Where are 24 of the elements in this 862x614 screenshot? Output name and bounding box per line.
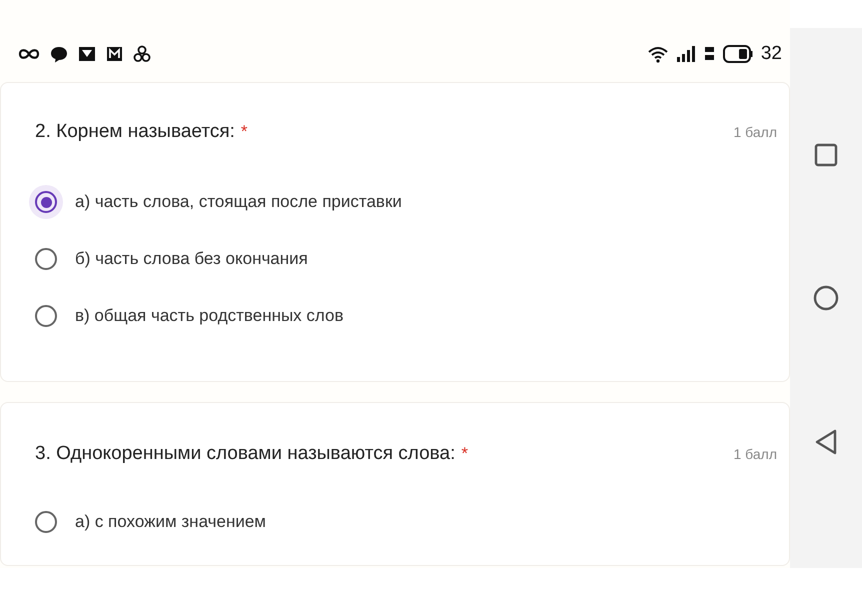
battery-level: 32	[760, 43, 782, 65]
knot-icon	[133, 45, 151, 63]
mail-icon	[106, 46, 123, 62]
chat-bubble-icon	[50, 46, 68, 62]
option-label: в) общая часть родственных слов	[75, 306, 344, 326]
signal-icon	[676, 46, 696, 62]
option-label: б) часть слова без окончания	[75, 249, 308, 269]
circle-icon[interactable]	[813, 285, 839, 311]
square-icon[interactable]	[814, 143, 838, 167]
required-mark: *	[240, 122, 248, 142]
required-mark: *	[461, 444, 468, 464]
points-label: 1 балл	[734, 124, 777, 140]
wifi-icon	[648, 46, 668, 62]
image-icon	[78, 46, 96, 62]
question-title: 2. Корнем называется:	[35, 121, 235, 143]
radio-button[interactable]	[29, 185, 63, 219]
network-type-icon	[704, 46, 715, 62]
option-label: а) с похожим значением	[75, 512, 266, 532]
points-label: 1 балл	[734, 446, 777, 462]
back-icon[interactable]	[814, 429, 838, 455]
option-label: а) часть слова, стоящая после приставки	[75, 192, 402, 212]
question-title: 3. Однокоренными словами называются слова:	[35, 443, 456, 465]
battery-icon	[722, 45, 753, 63]
infinity-icon	[18, 48, 40, 60]
